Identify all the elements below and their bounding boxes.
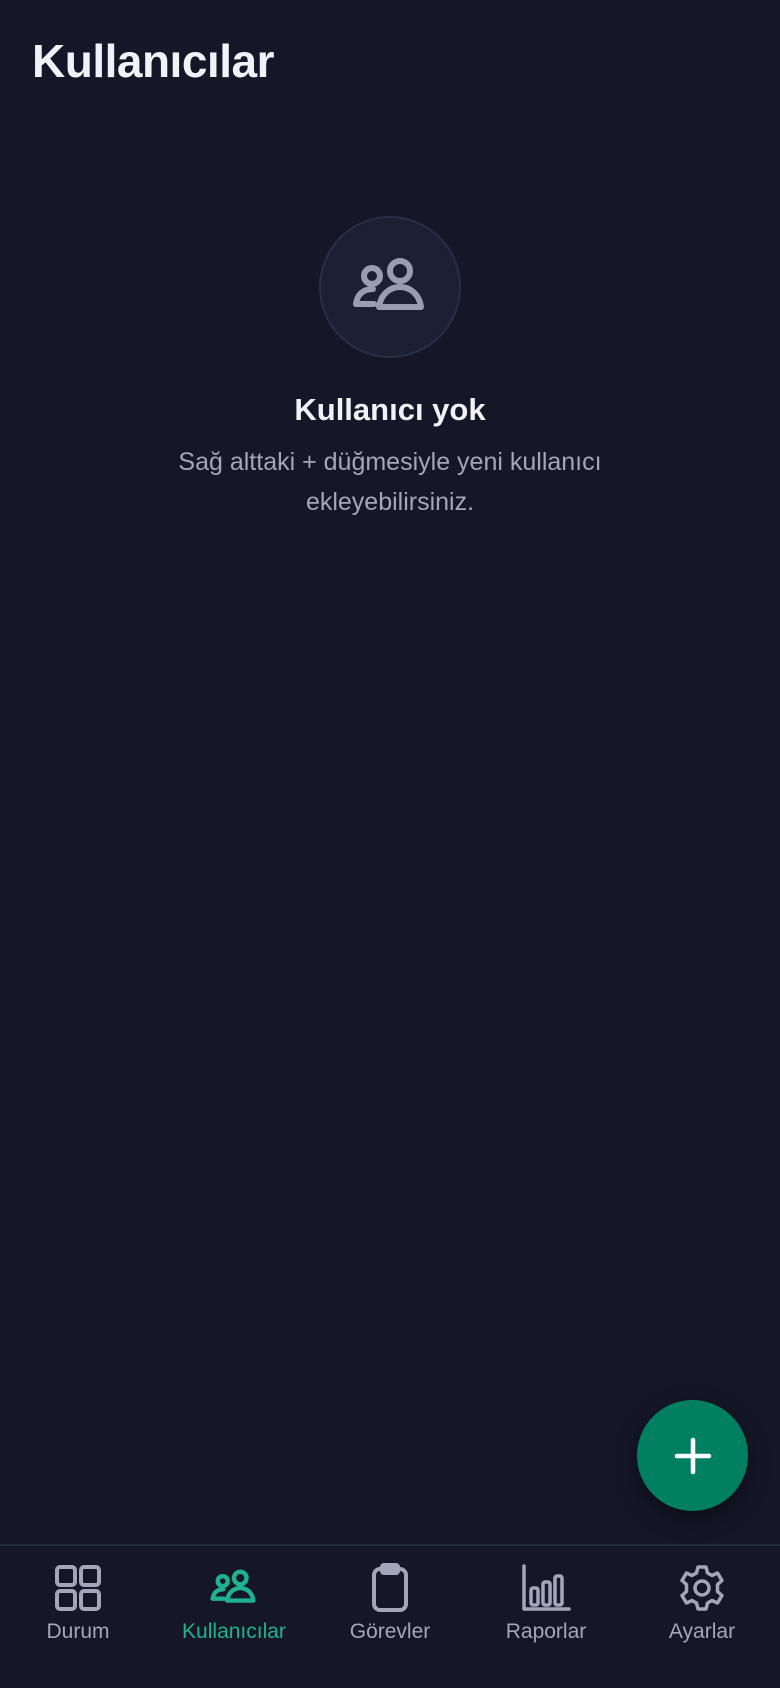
tab-durum[interactable]: Durum (0, 1546, 156, 1688)
tab-label: Raporlar (505, 1620, 587, 1643)
users-icon (210, 1569, 256, 1603)
dashboard-grid-icon (55, 1565, 101, 1611)
empty-state-title: Kullanıcı yok (294, 392, 486, 427)
tab-label: Kullanıcılar (182, 1620, 286, 1643)
users-screen: Kullanıcılar Kullanıcı yok Sağ alttaki +… (0, 0, 780, 1688)
empty-state: Kullanıcı yok Sağ alttaki + düğmesiyle y… (0, 216, 780, 522)
plus-icon (674, 1437, 711, 1474)
bar-chart-icon (522, 1564, 571, 1611)
gear-icon (680, 1565, 724, 1611)
tab-label: Durum (46, 1620, 110, 1643)
tab-kullanicilar[interactable]: Kullanıcılar (156, 1546, 312, 1688)
add-user-button[interactable] (637, 1400, 748, 1511)
page-title: Kullanıcılar (32, 35, 274, 87)
tab-label: Ayarlar (668, 1620, 736, 1643)
empty-state-description: Sağ alttaki + düğmesiyle yeni kullanıcı … (178, 448, 602, 516)
tab-label: Görevler (349, 1620, 431, 1643)
clipboard-icon (372, 1563, 408, 1612)
tab-ayarlar[interactable]: Ayarlar (624, 1546, 780, 1688)
bottom-tab-bar: Durum Kullanıcılar Görevler Raporlar Aya… (0, 1544, 780, 1688)
tab-gorevler[interactable]: Görevler (312, 1546, 468, 1688)
tab-raporlar[interactable]: Raporlar (468, 1546, 624, 1688)
empty-state-avatar (319, 216, 461, 358)
users-icon (353, 258, 424, 310)
